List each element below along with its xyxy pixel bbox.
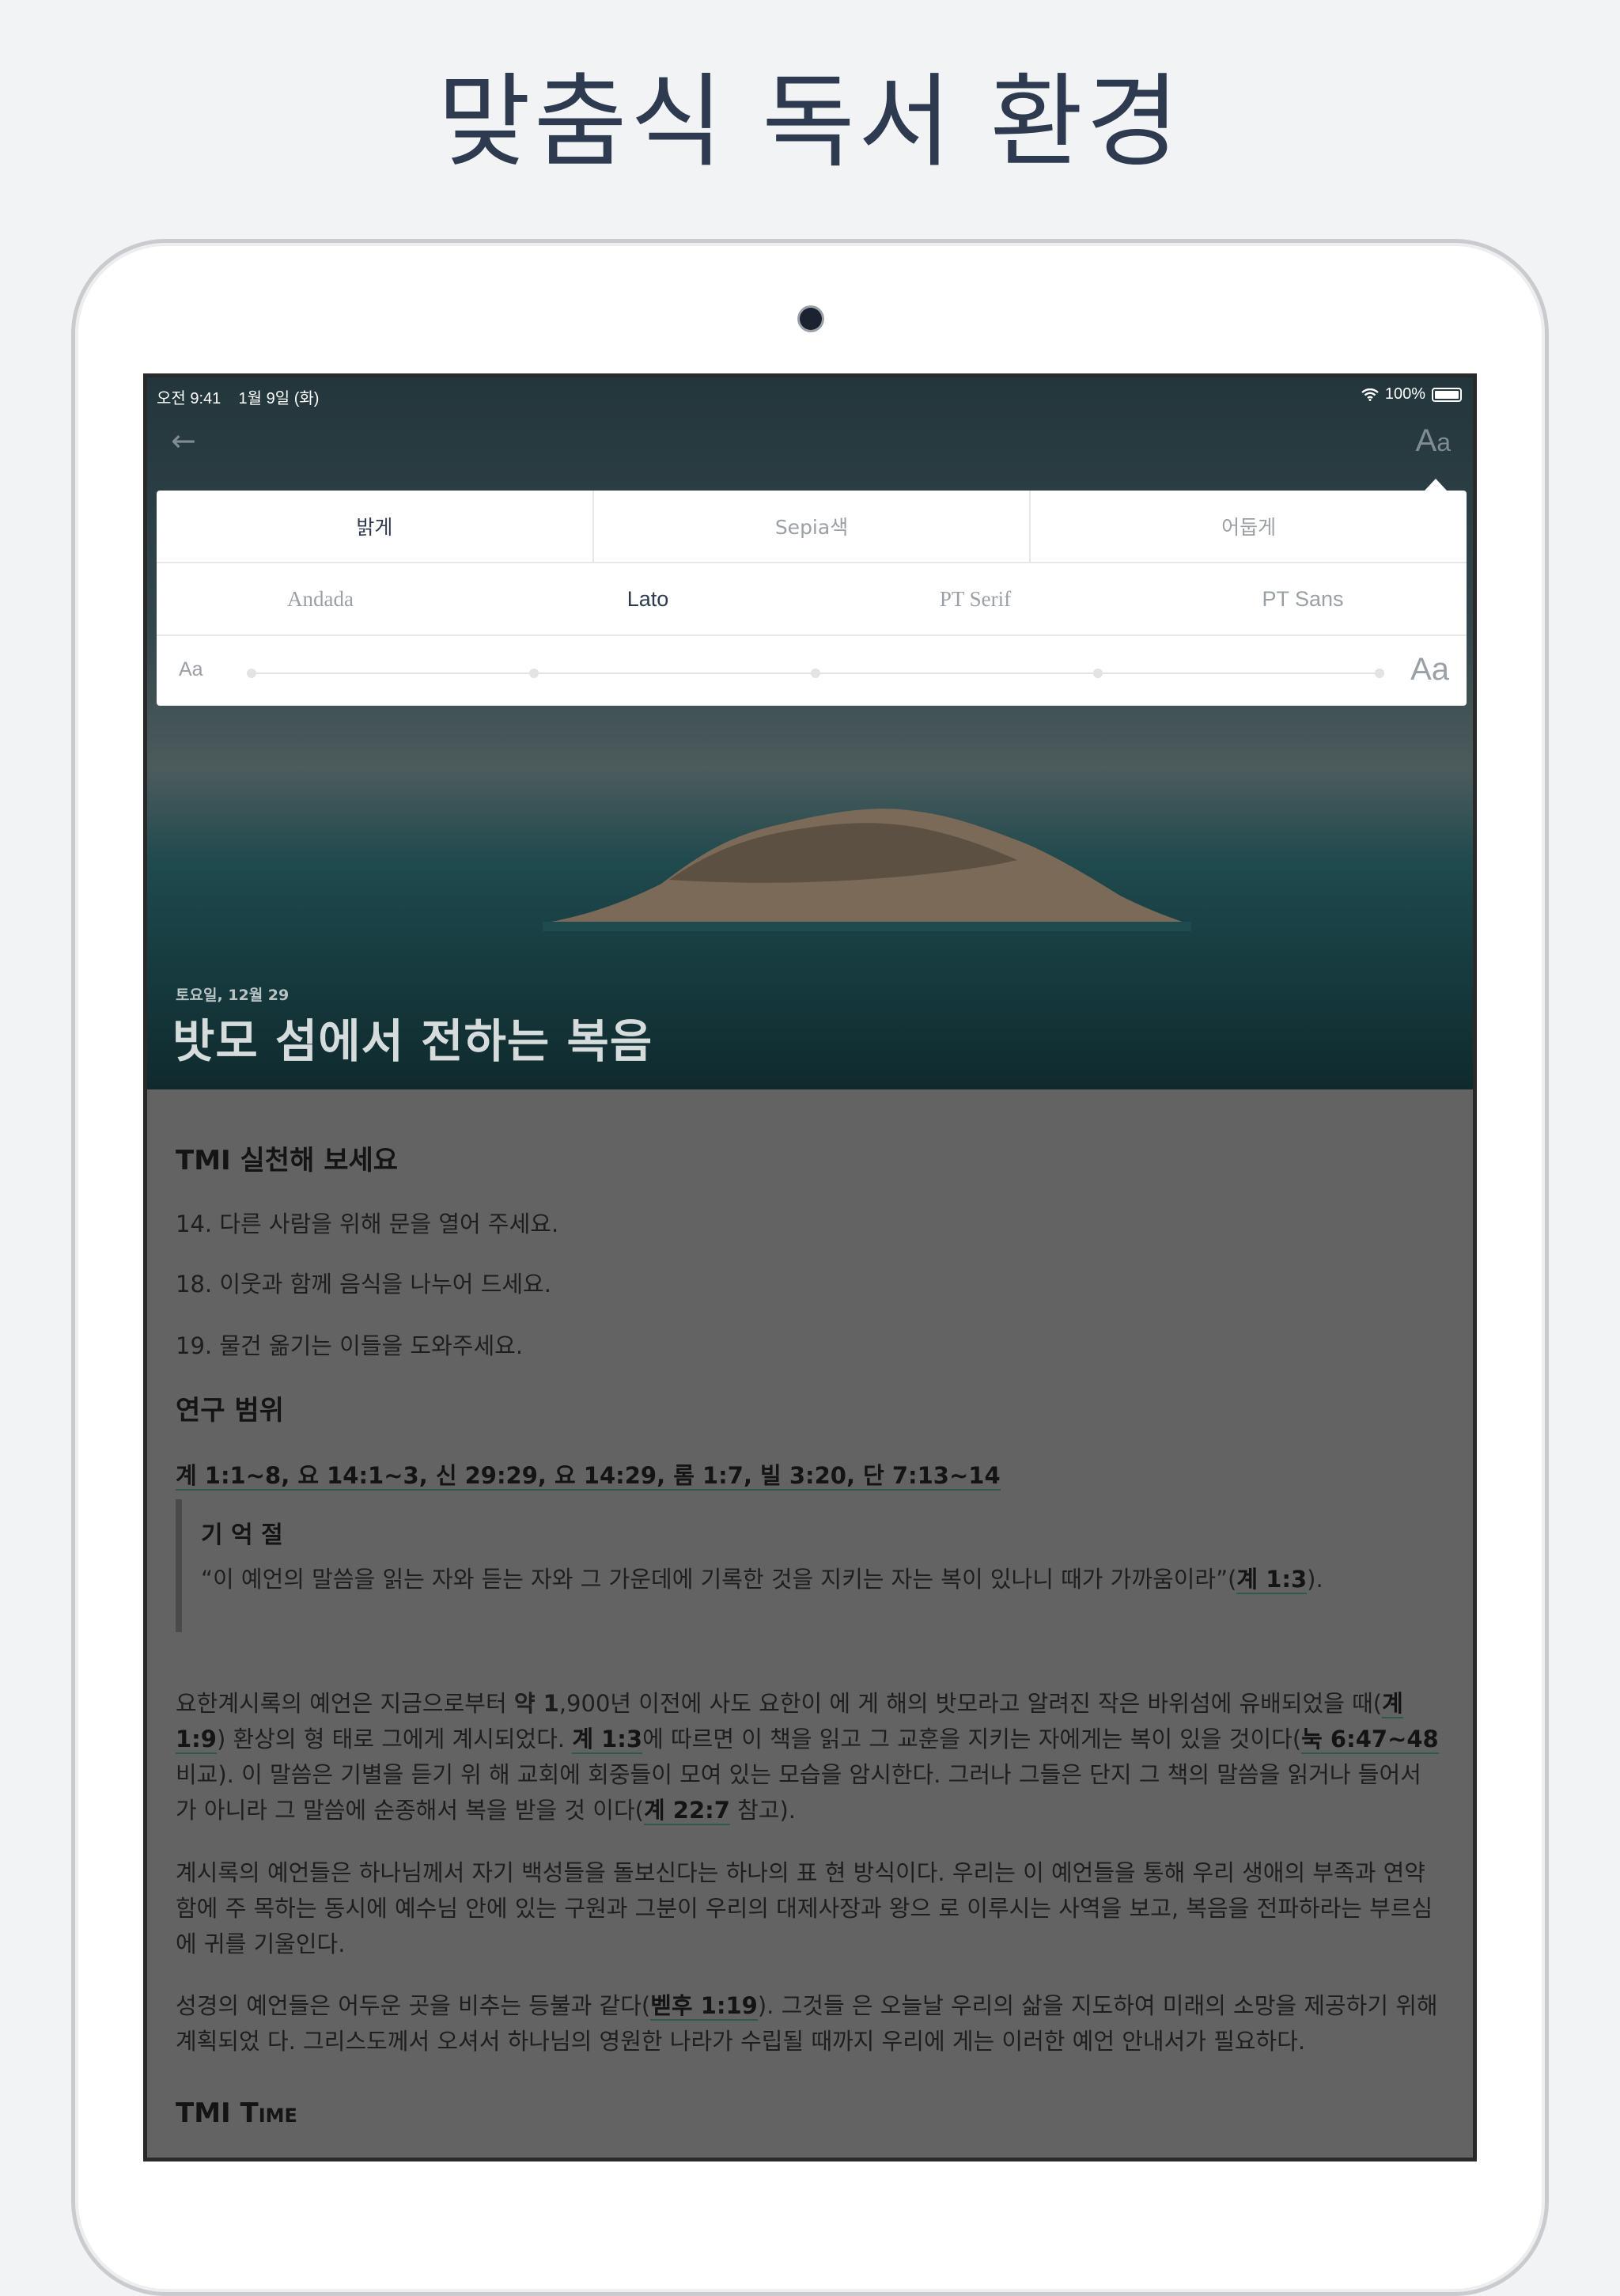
font-size-small-label: Aa xyxy=(179,658,203,680)
memory-verse-ref-link[interactable]: 계 1:3 xyxy=(1236,1566,1308,1594)
font-size-slider[interactable] xyxy=(247,669,1384,678)
status-bar: 오전 9:41 1월 9일 (화) 100% xyxy=(147,377,1473,412)
font-lato-button[interactable]: Lato xyxy=(484,563,812,635)
font-size-step[interactable] xyxy=(247,669,256,678)
scripture-link[interactable]: 계 22:7 xyxy=(643,1797,730,1825)
tmi-time-heading: TMI TIME xyxy=(176,2097,297,2129)
font-size-step[interactable] xyxy=(528,669,539,678)
battery-percent: 100% xyxy=(1384,385,1425,403)
promo-title: 맞춤식 독서 환경 xyxy=(437,63,1183,181)
island-image xyxy=(543,809,1191,931)
memory-verse-heading: 기 억 절 xyxy=(201,1521,283,1549)
font-selector: Andada Lato PT Serif PT Sans xyxy=(157,563,1467,636)
scripture-link[interactable]: 계 1:3 xyxy=(572,1726,643,1754)
hero-image: 오전 9:41 1월 9일 (화) 100% ← Aa 밝게 Sepia색 어둡… xyxy=(147,377,1473,1089)
wifi-icon xyxy=(1361,388,1379,401)
paragraph: 요한계시록의 예언은 지금으로부터 약 1,900년 이전에 사도 요한이 에 … xyxy=(176,1690,1439,1825)
font-size-large-label: Aa xyxy=(1410,652,1449,687)
tmi-item: 18. 이웃과 함께 음식을 나누어 드세요. xyxy=(176,1271,551,1298)
tmi-heading: TMI 실천해 보세요 xyxy=(176,1145,399,1176)
tmi-item: 19. 물건 옮기는 이들을 도와주세요. xyxy=(176,1332,524,1359)
font-size-row: Aa Aa xyxy=(157,636,1467,706)
panel-caret xyxy=(1425,479,1447,491)
tmi-item: 14. 다른 사람을 위해 문을 열어 주세요. xyxy=(176,1211,559,1237)
memory-verse-block: 기 억 절 “이 예언의 말씀을 읽는 자와 듣는 자와 그 가운데에 기록한 … xyxy=(176,1499,1448,1632)
scripture-link[interactable]: 눅 6:47~48 xyxy=(1301,1726,1439,1754)
font-settings-button[interactable]: Aa xyxy=(1416,423,1451,459)
font-ptserif-button[interactable]: PT Serif xyxy=(812,563,1139,635)
study-heading: 연구 범위 xyxy=(176,1395,284,1426)
font-andada-button[interactable]: Andada xyxy=(157,563,484,635)
theme-selector: 밝게 Sepia색 어둡게 xyxy=(157,491,1467,563)
lesson-date: 토요일, 12월 29 xyxy=(176,987,290,1004)
paragraph: 성경의 예언들은 어두운 곳을 비추는 등불과 같다(벧후 1:19). 그것들… xyxy=(176,1992,1438,2055)
arrow-left-icon: ← xyxy=(171,423,196,458)
theme-sepia-button[interactable]: Sepia색 xyxy=(592,491,1030,562)
paragraph: 계시록의 예언들은 하나님께서 자기 백성들을 돌보신다는 하나의 표 현 방식… xyxy=(176,1859,1433,1957)
back-button[interactable]: ← xyxy=(171,423,196,458)
font-ptsans-button[interactable]: PT Sans xyxy=(1139,563,1467,635)
scripture-link[interactable]: 벧후 1:19 xyxy=(650,1992,758,2021)
font-size-step[interactable] xyxy=(811,669,820,678)
font-size-step[interactable] xyxy=(1375,669,1384,678)
memory-verse-text: “이 예언의 말씀을 읽는 자와 듣는 자와 그 가운데에 기록한 것을 지키는… xyxy=(201,1566,1323,1594)
font-size-step[interactable] xyxy=(1092,669,1103,678)
theme-light-button[interactable]: 밝게 xyxy=(157,491,592,562)
ipad-screen: 오전 9:41 1월 9일 (화) 100% ← Aa 밝게 Sepia색 어둡… xyxy=(143,373,1477,2161)
battery-icon xyxy=(1432,387,1462,402)
lesson-title: 밧모 섬에서 전하는 복음 xyxy=(172,1014,653,1068)
study-range-link[interactable]: 계 1:1~8, 요 14:1~3, 신 29:29, 요 14:29, 롬 1… xyxy=(176,1462,1001,1491)
camera-icon xyxy=(800,308,822,330)
theme-dark-button[interactable]: 어둡게 xyxy=(1029,491,1467,562)
status-time: 오전 9:41 xyxy=(157,390,221,407)
status-date: 1월 9일 (화) xyxy=(238,390,320,407)
reading-settings-panel: 밝게 Sepia색 어둡게 Andada Lato PT Serif PT Sa… xyxy=(157,491,1467,706)
